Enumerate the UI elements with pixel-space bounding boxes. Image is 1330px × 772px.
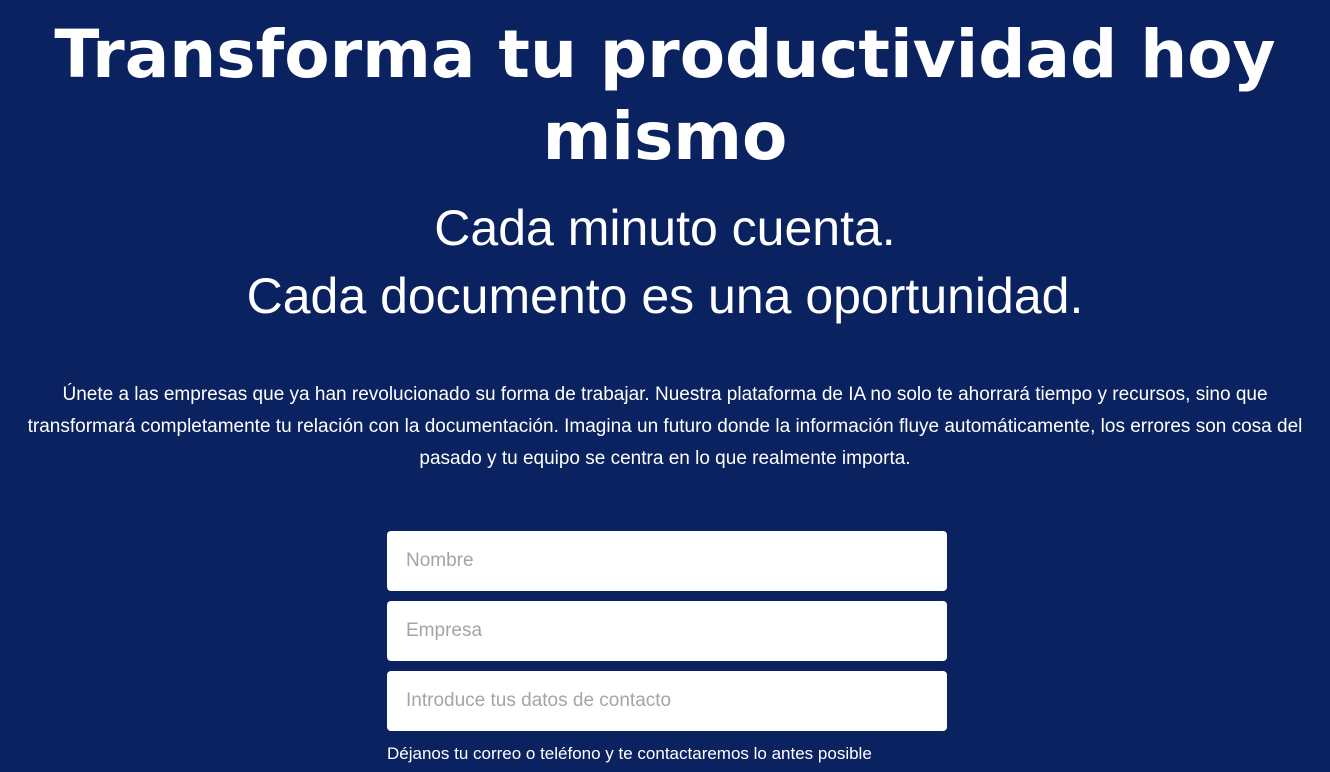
contact-hint: Déjanos tu correo o teléfono y te contac… (387, 744, 872, 763)
contact-form (387, 531, 947, 741)
hero-tagline-line1: Cada minuto cuenta. (434, 200, 896, 256)
name-input[interactable] (387, 531, 947, 591)
contact-input[interactable] (387, 671, 947, 731)
hero-tagline-line2: Cada documento es una oportunidad. (246, 268, 1084, 324)
hero-body-text: Únete a las empresas que ya han revoluci… (27, 384, 1303, 469)
company-input[interactable] (387, 601, 947, 661)
hero-headline: Transforma tu productividad hoy mismo (54, 16, 1276, 175)
